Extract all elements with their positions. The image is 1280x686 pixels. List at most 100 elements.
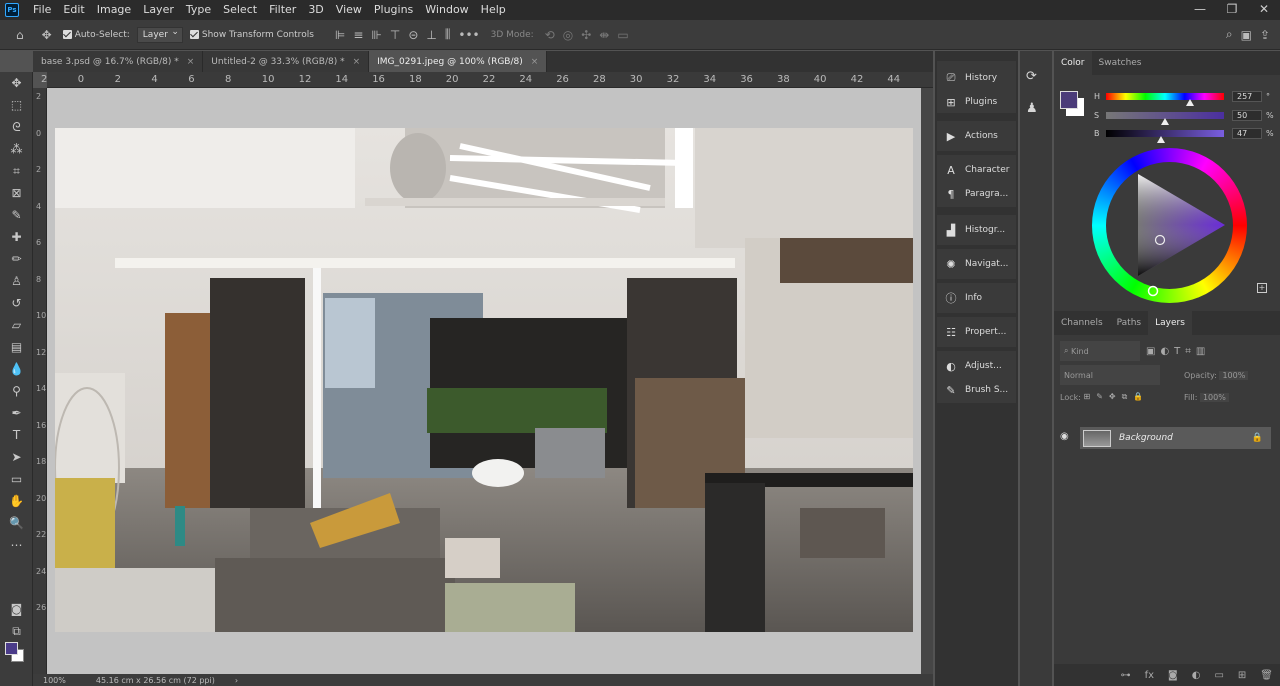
delete-layer-icon[interactable]: 🗑 — [1260, 670, 1273, 681]
hue-thumb[interactable] — [1185, 98, 1194, 106]
panel-plugins[interactable]: ⊞ Plugins — [937, 90, 1016, 114]
search-icon[interactable]: ⌕ — [1226, 27, 1233, 42]
color-triangle[interactable] — [1092, 148, 1247, 303]
3d-pan-icon[interactable]: ✣ — [581, 28, 591, 42]
panel-actions[interactable]: ▶ Actions — [937, 124, 1016, 148]
menu-file[interactable]: File — [27, 0, 57, 20]
menu-3d[interactable]: 3D — [302, 0, 329, 20]
healing-tool-icon[interactable]: ✚ — [0, 226, 33, 248]
saturation-slider[interactable] — [1106, 111, 1224, 125]
adjustment-layer-icon[interactable]: ◐ — [1192, 670, 1201, 681]
dodge-tool-icon[interactable]: ⚲ — [0, 380, 33, 402]
layer-mask-icon[interactable]: ◙ — [1168, 670, 1178, 681]
brightness-thumb[interactable] — [1157, 135, 1166, 143]
pen-tool-icon[interactable]: ✒ — [0, 402, 33, 424]
more-options-icon[interactable]: ••• — [458, 28, 479, 42]
menu-image[interactable]: Image — [91, 0, 137, 20]
layer-name[interactable]: Background — [1119, 433, 1173, 443]
marquee-tool-icon[interactable]: ⬚ — [0, 94, 33, 116]
color-wheel[interactable] — [1092, 148, 1247, 303]
zoom-tool-icon[interactable]: 🔍 — [0, 512, 33, 534]
fill-control[interactable]: Fill: 100% — [1184, 387, 1229, 407]
panel-navigator[interactable]: ✺ Navigat... — [937, 252, 1016, 276]
layer-style-icon[interactable]: fx — [1145, 670, 1154, 681]
blend-mode-dropdown[interactable]: Normal — [1060, 365, 1160, 385]
close-window-button[interactable]: ✕ — [1248, 0, 1280, 18]
blur-tool-icon[interactable]: 💧 — [0, 358, 33, 380]
brush-tool-icon[interactable]: ✏ — [0, 248, 33, 270]
add-swatch-icon[interactable]: + — [1257, 283, 1267, 293]
tab-untitled-2[interactable]: Untitled-2 @ 33.3% (RGB/8) * × — [203, 51, 370, 72]
close-tab-icon[interactable]: × — [353, 57, 361, 67]
restore-button[interactable]: ❐ — [1216, 0, 1248, 18]
align-bottom-icon[interactable]: ⊥ — [426, 28, 436, 42]
opacity-control[interactable]: Opacity: 100% — [1184, 365, 1249, 385]
status-menu-arrow[interactable]: › — [225, 676, 248, 685]
hue-slider[interactable] — [1106, 92, 1224, 106]
layer-lock-icon[interactable]: 🔒 — [1252, 433, 1263, 443]
menu-edit[interactable]: Edit — [57, 0, 90, 20]
menu-layer[interactable]: Layer — [137, 0, 180, 20]
eraser-tool-icon[interactable]: ▱ — [0, 314, 33, 336]
menu-select[interactable]: Select — [217, 0, 263, 20]
layer-row-background[interactable]: Background 🔒 — [1080, 427, 1271, 449]
align-left-icon[interactable]: ⊫ — [335, 28, 345, 42]
stamp-preset-icon[interactable]: ♟ — [1026, 101, 1038, 116]
new-layer-icon[interactable]: ⊞ — [1238, 670, 1246, 681]
kind-filter[interactable]: ⌕ Kind — [1060, 341, 1140, 361]
close-tab-icon[interactable]: × — [187, 57, 195, 67]
tab-layers[interactable]: Layers — [1148, 311, 1192, 335]
lasso-tool-icon[interactable]: ᘓ — [0, 116, 33, 138]
panel-info[interactable]: ⓘ Info — [937, 286, 1016, 310]
menu-window[interactable]: Window — [419, 0, 474, 20]
home-icon[interactable]: ⌂ — [16, 28, 24, 42]
share-icon[interactable]: ⇪ — [1260, 28, 1270, 42]
visibility-eye-icon[interactable]: ◉ — [1060, 431, 1069, 442]
panel-adjustments[interactable]: ◐ Adjust... — [937, 354, 1016, 378]
document-image[interactable] — [55, 128, 913, 632]
vertical-scrollbar[interactable] — [921, 88, 933, 674]
screen-mode-icon[interactable]: ⧉ — [0, 620, 33, 642]
menu-view[interactable]: View — [330, 0, 368, 20]
hue-value[interactable]: 257 — [1232, 90, 1262, 102]
3d-camera-icon[interactable]: ▭ — [617, 28, 628, 42]
eyedropper-tool-icon[interactable]: ✎ — [0, 204, 33, 226]
menu-plugins[interactable]: Plugins — [368, 0, 419, 20]
panel-paragraph[interactable]: ¶ Paragra... — [937, 182, 1016, 206]
frame-tool-icon[interactable]: ⊠ — [0, 182, 33, 204]
show-transform-checkbox[interactable]: Show Transform Controls — [189, 30, 314, 40]
move-tool-icon[interactable]: ✥ — [0, 72, 33, 94]
panel-histogram[interactable]: ▟ Histogr... — [937, 218, 1016, 242]
gradient-tool-icon[interactable]: ▤ — [0, 336, 33, 358]
foreground-color-swatch[interactable] — [5, 642, 18, 655]
workspace-icon[interactable]: ▣ — [1241, 28, 1252, 42]
close-tab-icon[interactable]: × — [531, 57, 539, 67]
tab-swatches[interactable]: Swatches — [1092, 51, 1149, 75]
panel-properties[interactable]: ☷ Propert... — [937, 320, 1016, 344]
menu-type[interactable]: Type — [180, 0, 217, 20]
more-tools-icon[interactable]: ⋯ — [0, 534, 33, 556]
stamp-tool-icon[interactable]: ♙ — [0, 270, 33, 292]
fill-value[interactable]: 100% — [1199, 392, 1229, 402]
panel-history[interactable]: ⎚ History — [937, 66, 1016, 90]
zoom-readout[interactable]: 100% — [33, 676, 76, 685]
panel-brush-settings[interactable]: ✎ Brush S... — [937, 378, 1016, 402]
distribute-icon[interactable]: ⫼ — [445, 27, 451, 42]
hand-tool-icon[interactable]: ✋ — [0, 490, 33, 512]
opacity-value[interactable]: 100% — [1219, 370, 1249, 380]
type-tool-icon[interactable]: T — [0, 424, 33, 446]
color-fg-swatch[interactable] — [1060, 91, 1078, 109]
move-tool-icon[interactable]: ✥ — [42, 28, 52, 42]
rotate-view-icon[interactable]: ⟳ — [1026, 69, 1037, 84]
brightness-value[interactable]: 47 — [1232, 127, 1262, 139]
tab-color[interactable]: Color — [1054, 51, 1092, 75]
quick-mask-icon[interactable]: ◙ — [0, 598, 33, 620]
panel-character[interactable]: A Character — [937, 158, 1016, 182]
align-middle-icon[interactable]: ⊝ — [408, 28, 418, 42]
tab-base3[interactable]: base 3.psd @ 16.7% (RGB/8) * × — [33, 51, 204, 72]
tab-channels[interactable]: Channels — [1054, 311, 1110, 335]
3d-orbit-icon[interactable]: ⟲ — [545, 28, 555, 42]
rectangle-tool-icon[interactable]: ▭ — [0, 468, 33, 490]
saturation-thumb[interactable] — [1161, 117, 1169, 125]
3d-roll-icon[interactable]: ◎ — [563, 28, 573, 42]
